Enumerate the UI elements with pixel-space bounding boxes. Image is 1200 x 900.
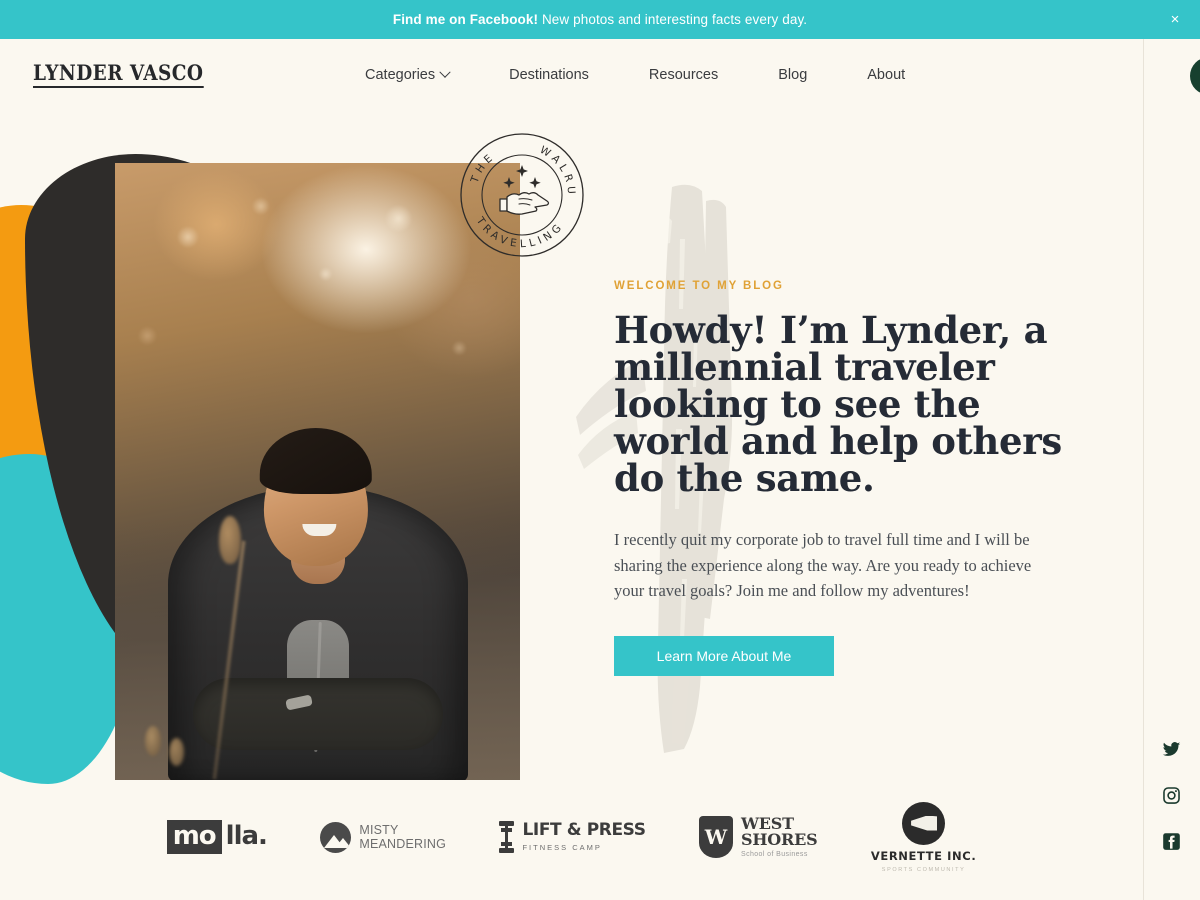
- pointing-hand-icon: [499, 192, 550, 215]
- megaphone-icon: [902, 801, 946, 845]
- stamp-stars: [503, 165, 541, 189]
- main-navigation: Categories Destinations Resources Blog A…: [355, 39, 935, 111]
- photo-foreground-seedpod: [219, 516, 241, 564]
- announcement-bold: Find me on Facebook!: [392, 12, 539, 27]
- site-header: LYNDER VASCO Categories Destinations Res…: [0, 39, 1143, 111]
- photo-foreground-seedpod-2: [145, 726, 161, 756]
- vernette-line-1: VERNETTE INC.: [870, 848, 977, 863]
- vernette-line-2: SPORTS COMMUNITY: [881, 866, 966, 873]
- brand-logo-strip: mo lla. MISTY MEANDERING LIFT & PRESS FIT…: [0, 774, 1143, 900]
- right-sidebar-rail: [1143, 39, 1200, 900]
- photo-foreground-seedpod-3: [169, 738, 184, 766]
- hero-copy-block: WELCOME TO MY BLOG Howdy! I’m Lynder, a …: [614, 280, 1084, 676]
- search-button[interactable]: [1190, 57, 1200, 95]
- nav-item-destinations[interactable]: Destinations: [479, 67, 619, 83]
- page-canvas: LYNDER VASCO Categories Destinations Res…: [0, 39, 1143, 900]
- hero-eyebrow: WELCOME TO MY BLOG: [614, 280, 784, 292]
- brand-vernette-inc[interactable]: VERNETTE INC. SPORTS COMMUNITY: [870, 801, 977, 873]
- lift-line-1: LIFT & PRESS: [522, 820, 646, 841]
- west-line-3: School of Business: [741, 851, 808, 859]
- nav-item-blog[interactable]: Blog: [748, 67, 837, 83]
- misty-line-1: MISTY: [359, 823, 399, 837]
- mountain-circle-icon: [320, 821, 352, 853]
- brand-lift-and-press[interactable]: LIFT & PRESS FITNESS CAMP: [499, 819, 646, 855]
- lift-line-2: FITNESS CAMP: [522, 842, 602, 852]
- chevron-down-icon: [439, 66, 451, 78]
- social-links: [1143, 739, 1200, 851]
- shield-icon: W: [699, 816, 733, 858]
- twitter-icon[interactable]: [1162, 739, 1182, 759]
- photo-crossed-arms: [192, 678, 443, 750]
- announcement-bar: Find me on Facebook! New photos and inte…: [0, 0, 1200, 39]
- molla-mark: mo: [166, 820, 222, 854]
- stamp-right-text: WALRUS: [456, 129, 577, 198]
- facebook-icon[interactable]: [1162, 831, 1182, 851]
- west-line-2: SHORES: [741, 830, 818, 849]
- nav-item-categories[interactable]: Categories: [355, 66, 479, 83]
- site-logo[interactable]: LYNDER VASCO: [33, 60, 204, 88]
- brand-misty-meandering[interactable]: MISTY MEANDERING: [320, 821, 447, 853]
- nav-label-categories: Categories: [365, 67, 436, 83]
- dumbbell-icon: [499, 819, 515, 855]
- instagram-icon[interactable]: [1162, 785, 1182, 805]
- learn-more-button[interactable]: Learn More About Me: [614, 635, 834, 676]
- hero-paragraph: I recently quit my corporate job to trav…: [614, 530, 1032, 601]
- brand-west-shores[interactable]: W WEST SHORES School of Business: [699, 815, 818, 859]
- misty-line-2: MEANDERING: [359, 837, 447, 851]
- page-title: Howdy! I’m Lynder, a millennial traveler…: [614, 308, 1062, 500]
- nav-item-about[interactable]: About: [837, 67, 935, 83]
- molla-word: lla.: [225, 821, 268, 851]
- announcement-text: Find me on Facebook! New photos and inte…: [393, 12, 807, 27]
- nav-item-resources[interactable]: Resources: [619, 67, 748, 83]
- brand-molla[interactable]: mo lla.: [166, 820, 268, 854]
- close-icon[interactable]: ×: [1164, 9, 1186, 31]
- travelling-walrus-stamp: THE WALRUS TRAVELLING: [456, 129, 584, 257]
- announcement-rest: New photos and interesting facts every d…: [538, 12, 808, 27]
